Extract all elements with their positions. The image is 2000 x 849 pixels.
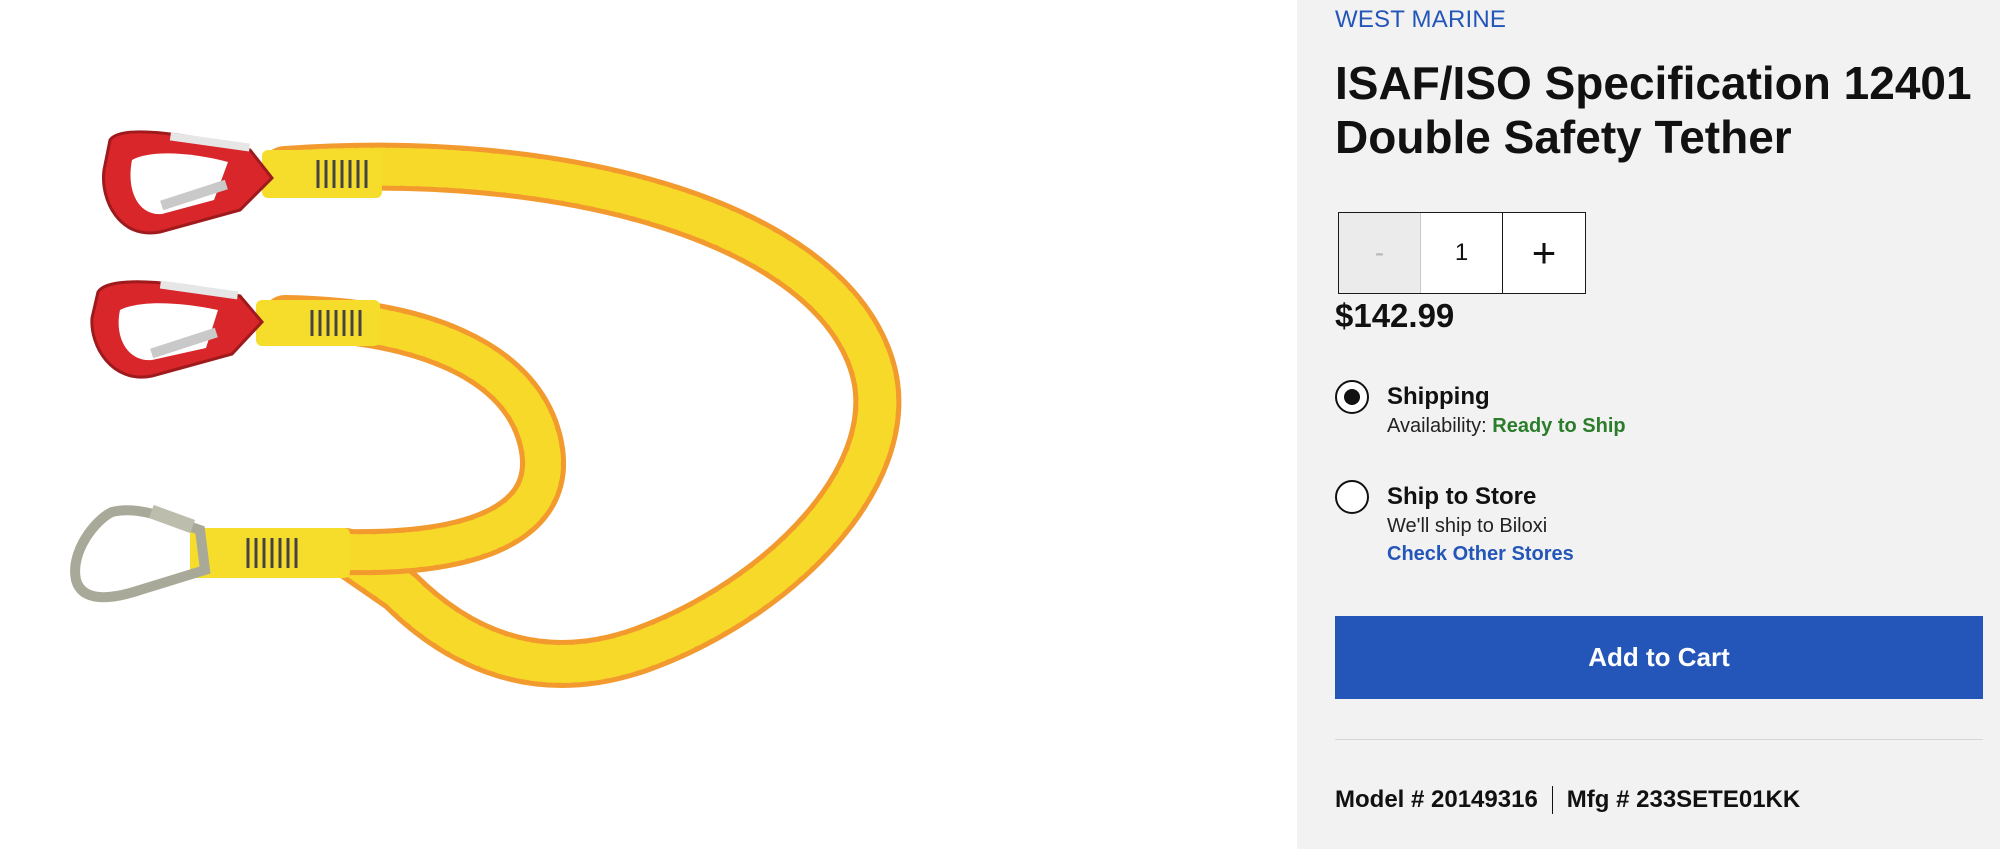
identifier-separator: [1551, 786, 1553, 814]
silver-snap-hook: [70, 504, 211, 603]
check-other-stores-link[interactable]: Check Other Stores: [1387, 543, 1574, 566]
quantity-input[interactable]: [1421, 213, 1503, 293]
model-number: Model # 20149316: [1335, 786, 1538, 813]
brand-link[interactable]: WEST MARINE: [1335, 6, 1506, 34]
quantity-decrement-button[interactable]: -: [1339, 213, 1421, 293]
ship-to-store-label: Ship to Store: [1387, 483, 1537, 510]
product-title: ISAF/ISO Specification 12401 Double Safe…: [1335, 57, 1972, 163]
add-to-cart-button[interactable]: Add to Cart: [1335, 616, 1983, 699]
product-price: $142.99: [1335, 297, 1455, 334]
mfg-number: Mfg # 233SETE01KK: [1566, 786, 1801, 813]
availability-status: Ready to Ship: [1492, 415, 1626, 437]
webbing-tab-top: [262, 150, 382, 198]
ship-to-store-subtext: We'll ship to Biloxi: [1387, 515, 1548, 537]
divider: [1335, 739, 1983, 740]
availability-text: Availability: Ready to Ship: [1387, 415, 1626, 438]
webbing-tab-bottom: [190, 528, 350, 578]
quantity-stepper: - +: [1338, 212, 1586, 294]
red-carabiner-middle: [90, 280, 265, 379]
shipping-radio[interactable]: [1335, 380, 1369, 414]
shipping-label: Shipping: [1387, 383, 1490, 410]
availability-prefix: Availability:: [1387, 415, 1487, 437]
webbing-tab-middle: [256, 300, 380, 346]
red-carabiner-top: [102, 130, 275, 235]
product-info-panel: WEST MARINE ISAF/ISO Specification 12401…: [1297, 0, 2000, 849]
product-identifiers: Model # 20149316 Mfg # 233SETE01KK: [1335, 786, 1800, 814]
product-image[interactable]: [0, 0, 1297, 849]
product-image-pane: [0, 0, 1297, 849]
ship-to-store-radio[interactable]: [1335, 480, 1369, 514]
quantity-increment-button[interactable]: +: [1503, 213, 1585, 293]
